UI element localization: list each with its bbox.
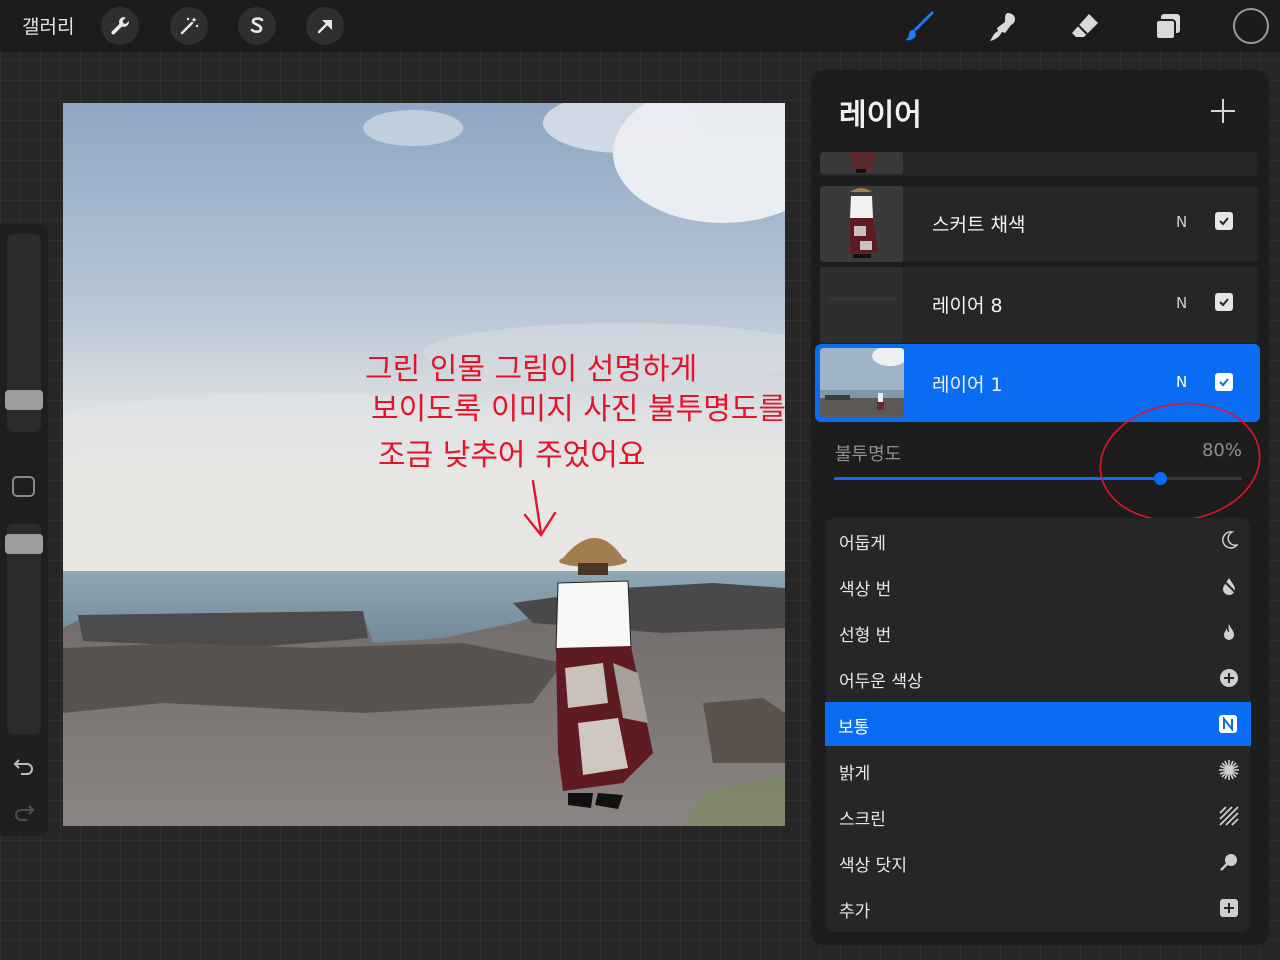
wrench-icon xyxy=(111,17,129,35)
layer-name: 레이어 8 xyxy=(932,295,1003,317)
layer-thumbnail xyxy=(820,267,903,343)
plus-circle-icon xyxy=(1218,667,1240,689)
blend-item-lighten[interactable]: 밝게 xyxy=(826,748,1250,792)
burn-drop-icon xyxy=(1218,575,1240,597)
blend-item-darker-color[interactable]: 어두운 색상 xyxy=(826,656,1250,700)
magic-wand-icon xyxy=(180,17,199,35)
gallery-button[interactable]: 갤러리 xyxy=(22,12,74,39)
n-badge-icon xyxy=(1217,713,1239,735)
layer-name: 스커트 채색 xyxy=(932,214,1026,236)
layer-row[interactable]: 레이어 8 N xyxy=(820,267,1258,343)
adjustments-button[interactable] xyxy=(170,7,208,45)
brush-opacity-slider[interactable] xyxy=(5,524,43,734)
opacity-label: 불투명도 xyxy=(835,444,902,465)
blend-item-label: 색상 번 xyxy=(839,580,892,600)
layers-tool-button[interactable] xyxy=(1150,9,1186,45)
blend-item-color-burn[interactable]: 색상 번 xyxy=(826,564,1250,608)
layer-thumbnail xyxy=(820,152,903,174)
actions-button[interactable] xyxy=(101,7,139,45)
eraser-tool-button[interactable] xyxy=(1067,9,1103,45)
dodge-tool-icon xyxy=(1218,851,1240,873)
redo-icon[interactable] xyxy=(12,800,36,824)
flame-icon xyxy=(1218,621,1240,643)
selection-button[interactable] xyxy=(238,7,276,45)
brush-tool-button[interactable] xyxy=(902,9,938,45)
blend-item-add[interactable]: 추가 xyxy=(826,886,1250,930)
checkmark-icon xyxy=(1219,298,1229,307)
sunburst-icon xyxy=(1218,759,1240,781)
brush-icon xyxy=(905,11,934,41)
layers-icon xyxy=(1155,14,1180,40)
moon-icon xyxy=(1218,529,1240,551)
brush-size-slider[interactable] xyxy=(5,234,43,432)
blend-item-label: 색상 닷지 xyxy=(839,856,907,876)
layer-visibility-checkbox[interactable] xyxy=(1215,373,1233,391)
transform-arrow-icon xyxy=(317,20,332,34)
undo-icon[interactable] xyxy=(12,754,36,778)
blend-item-label: 선형 번 xyxy=(839,626,892,646)
modify-square-icon[interactable] xyxy=(12,476,35,497)
annotation-line-1: 그린 인물 그림이 선명하게 xyxy=(365,352,697,387)
blend-item-label: 보통 xyxy=(838,718,870,738)
drawing-canvas[interactable]: 그린 인물 그림이 선명하게 보이도록 이미지 사진 불투명도를 조금 낮추어 … xyxy=(63,103,785,826)
plus-square-icon xyxy=(1218,897,1240,919)
blend-mode-list: 어둡게 색상 번 선형 번 어두운 색상 보통 밝게 스크린 색상 닷지 추가 xyxy=(825,518,1251,932)
selection-s-icon xyxy=(250,17,264,34)
top-toolbar: 갤러리 xyxy=(0,0,1280,52)
blend-item-label: 밝게 xyxy=(839,764,871,784)
layer-blend-mode[interactable]: N xyxy=(1176,294,1187,312)
checkmark-icon xyxy=(1219,378,1229,387)
layer-blend-mode[interactable]: N xyxy=(1176,373,1187,391)
transform-button[interactable] xyxy=(306,7,344,45)
left-sidebar xyxy=(0,224,48,836)
brush-opacity-thumb[interactable] xyxy=(5,534,43,554)
annotation-line-2: 보이도록 이미지 사진 불투명도를 xyxy=(371,392,785,427)
layer-row[interactable]: 스커트 채색 N xyxy=(820,186,1258,262)
smudge-tool-button[interactable] xyxy=(984,9,1020,45)
blend-item-label: 어두운 색상 xyxy=(839,672,923,692)
plus-icon[interactable] xyxy=(1207,95,1239,127)
blend-item-label: 추가 xyxy=(839,902,871,922)
color-picker-button[interactable] xyxy=(1233,8,1269,44)
blend-item-normal[interactable]: 보통 xyxy=(825,702,1251,746)
opacity-slider-fill xyxy=(834,477,1161,480)
canvas-artwork: 그린 인물 그림이 선명하게 보이도록 이미지 사진 불투명도를 조금 낮추어 … xyxy=(63,103,785,826)
layer-thumbnail xyxy=(820,186,903,262)
annotation-line-3: 조금 낮추어 주었어요 xyxy=(378,438,645,473)
layer-thumbnail xyxy=(820,348,904,417)
layer-visibility-checkbox[interactable] xyxy=(1215,212,1233,230)
layer-visibility-checkbox[interactable] xyxy=(1215,293,1233,311)
layer-name: 레이어 1 xyxy=(932,374,1003,396)
blend-item-label: 어둡게 xyxy=(839,534,886,554)
blend-item-screen[interactable]: 스크린 xyxy=(826,794,1250,838)
hatch-icon xyxy=(1218,805,1240,827)
brush-size-thumb[interactable] xyxy=(5,390,43,410)
checkmark-icon xyxy=(1219,217,1229,226)
panel-title: 레이어 xyxy=(839,98,922,133)
layer-row-partial[interactable] xyxy=(820,152,1258,176)
smudge-icon xyxy=(990,13,1015,41)
opacity-value: 80% xyxy=(1201,440,1242,461)
layer-blend-mode[interactable]: N xyxy=(1176,213,1187,231)
opacity-slider[interactable] xyxy=(834,472,1242,485)
blend-item-color-dodge[interactable]: 색상 닷지 xyxy=(826,840,1250,884)
blend-item-linear-burn[interactable]: 선형 번 xyxy=(826,610,1250,654)
blend-item-darken[interactable]: 어둡게 xyxy=(826,518,1250,562)
eraser-icon xyxy=(1072,14,1098,37)
blend-item-label: 스크린 xyxy=(839,810,886,830)
layer-row-active[interactable]: 레이어 1 N xyxy=(815,344,1260,422)
